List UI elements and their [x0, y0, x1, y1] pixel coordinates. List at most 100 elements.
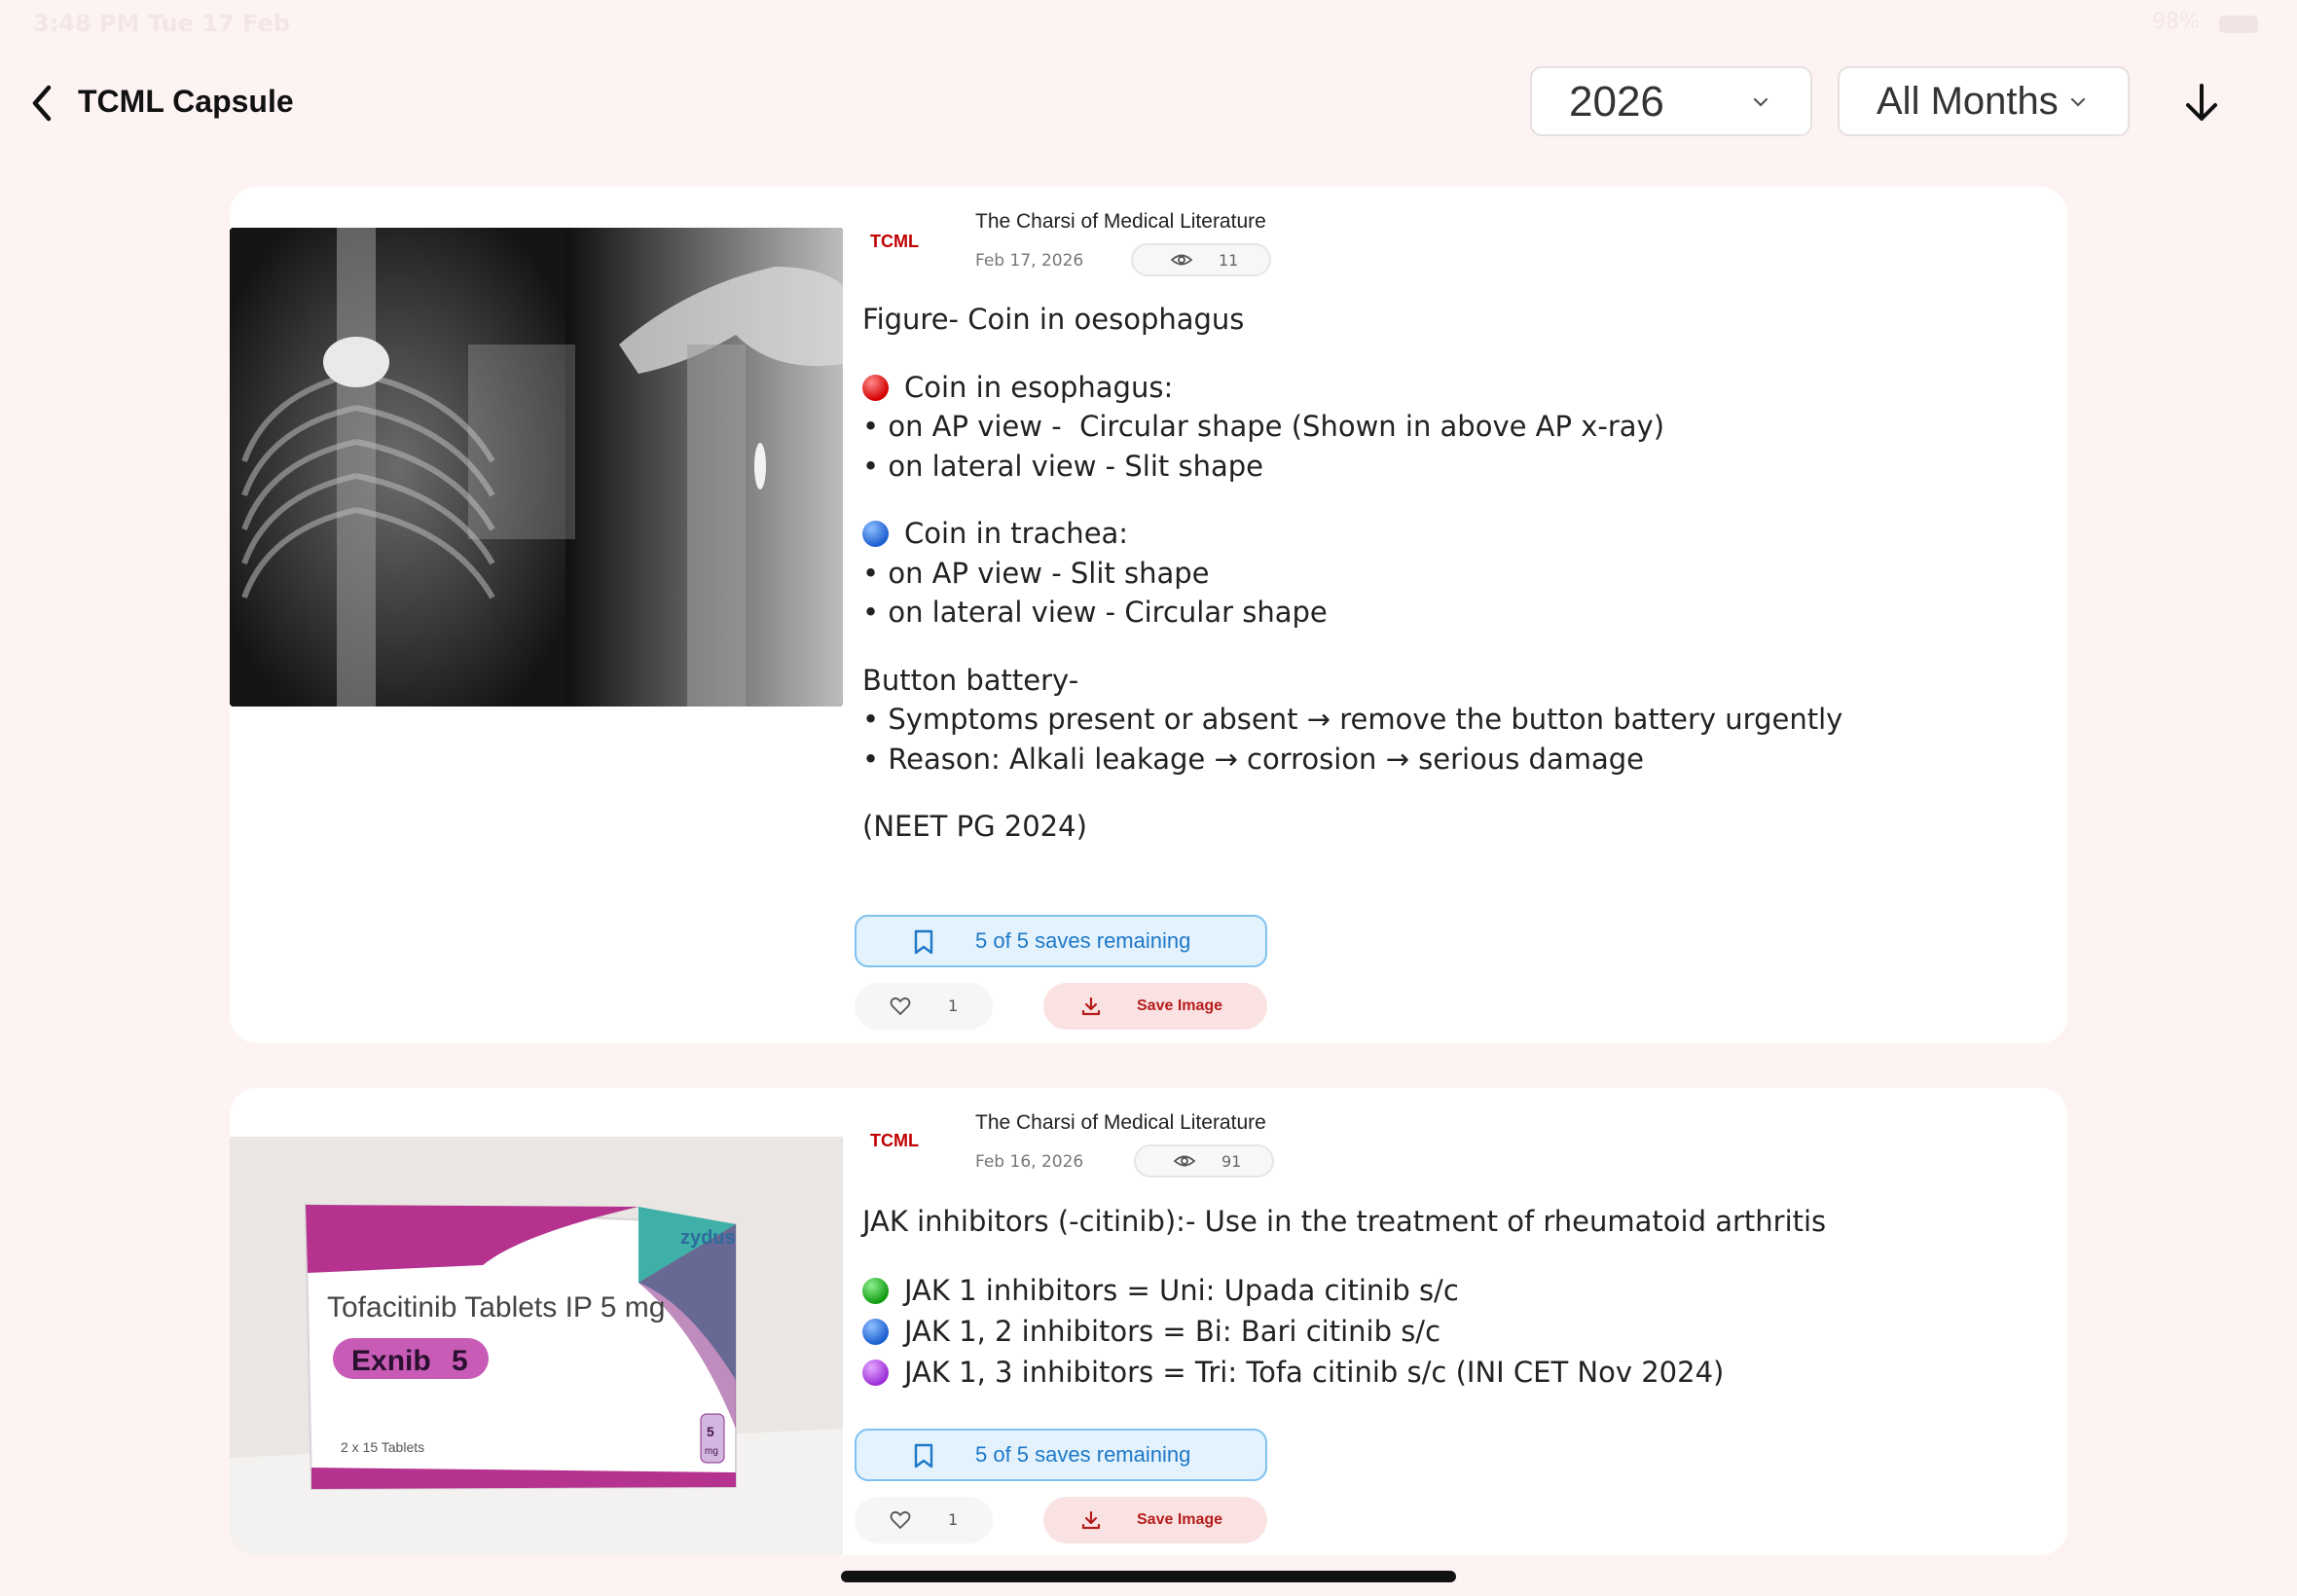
- page-title: TCML Capsule: [78, 84, 294, 119]
- post-body-line: Coin in esophagus:: [862, 368, 1842, 408]
- arrow-down-icon: [2186, 84, 2217, 121]
- post-body-text: • Reason: Alkali leakage → corrosion → s…: [862, 742, 1644, 776]
- month-select[interactable]: All Months: [1838, 66, 2130, 136]
- save-image-label: Save Image: [1137, 1511, 1223, 1528]
- post-body-line: JAK 1, 3 inhibitors = Tri: Tofa citinib …: [862, 1352, 1826, 1393]
- chevron-down-icon: [1753, 97, 1768, 107]
- battery-icon: [2219, 16, 2258, 33]
- like-button[interactable]: 1: [855, 983, 993, 1030]
- like-button[interactable]: 1: [855, 1497, 993, 1543]
- blue-circle-icon: [862, 521, 889, 547]
- post-body-text: • on AP view - Circular shape (Shown in …: [862, 410, 1665, 443]
- product-name-text: Tofacitinib Tablets IP 5 mg: [327, 1291, 665, 1324]
- blue-circle-icon: [862, 1319, 889, 1345]
- post-body-text: JAK 1 inhibitors = Uni: Upada citinib s/…: [904, 1274, 1459, 1307]
- author-name[interactable]: The Charsi of Medical Literature: [975, 210, 1266, 234]
- save-image-button[interactable]: Save Image: [1043, 983, 1267, 1030]
- pack-size-text: 2 x 15 Tablets: [341, 1439, 424, 1455]
- back-button[interactable]: [23, 78, 62, 128]
- post-body-text: JAK 1, 3 inhibitors = Tri: Tofa citinib …: [904, 1356, 1725, 1389]
- post-body-text: JAK inhibitors (-citinib):- Use in the t…: [862, 1205, 1827, 1238]
- header: TCML Capsule 2026 All Months: [0, 58, 2297, 148]
- post-body-text: JAK 1, 2 inhibitors = Bi: Bari citinib s…: [904, 1315, 1441, 1348]
- product-brand-text: Exnib: [351, 1345, 431, 1377]
- bookmark-icon: [914, 1443, 933, 1469]
- post-body-line: [862, 633, 1842, 661]
- post-body-line: • Reason: Alkali leakage → corrosion → s…: [862, 740, 1842, 780]
- author-logo: TCML: [870, 232, 919, 251]
- post-body-line: [862, 486, 1842, 514]
- post-body-line: Coin in trachea:: [862, 514, 1842, 554]
- like-count: 1: [948, 1510, 959, 1529]
- post-body-line: [862, 340, 1842, 368]
- views-pill: 11: [1131, 243, 1271, 276]
- post-body-line: • on lateral view - Circular shape: [862, 593, 1842, 633]
- badge-num-text: 5: [707, 1424, 714, 1439]
- post-body-text: Button battery-: [862, 663, 1079, 697]
- brand-logo-text: zydus: [680, 1227, 736, 1249]
- save-image-button[interactable]: Save Image: [1043, 1497, 1267, 1543]
- saves-remaining-label: 5 of 5 saves remaining: [975, 1442, 1191, 1467]
- heart-icon: [890, 997, 911, 1015]
- post-body-text: • Symptoms present or absent → remove th…: [862, 703, 1843, 736]
- views-count: 91: [1221, 1152, 1242, 1171]
- views-count: 11: [1219, 251, 1239, 270]
- post-body-line: (NEET PG 2024): [862, 807, 1842, 847]
- chevron-down-icon: [2070, 97, 2086, 107]
- post-body-line: JAK 1, 2 inhibitors = Bi: Bari citinib s…: [862, 1311, 1826, 1352]
- product-strength-text: 5: [452, 1345, 468, 1377]
- post-image-xray[interactable]: [230, 228, 843, 707]
- post-date: Feb 17, 2026: [975, 251, 1084, 271]
- badge-unit-text: mg: [705, 1446, 718, 1457]
- post-body-line: Figure- Coin in oesophagus: [862, 300, 1842, 340]
- month-select-value: All Months: [1877, 80, 2059, 123]
- like-count: 1: [948, 997, 959, 1015]
- bookmark-icon: [914, 929, 933, 955]
- post-body-text: Figure- Coin in oesophagus: [862, 303, 1245, 336]
- chevron-left-icon: [32, 85, 52, 122]
- post-body-text: • on lateral view - Circular shape: [862, 596, 1328, 629]
- sort-download-button[interactable]: [2180, 78, 2223, 128]
- post-body-line: • on lateral view - Slit shape: [862, 447, 1842, 487]
- year-select-value: 2026: [1569, 78, 1664, 126]
- save-image-label: Save Image: [1137, 998, 1223, 1014]
- download-icon: [1081, 1510, 1101, 1530]
- post-body-text: Coin in esophagus:: [904, 370, 1174, 404]
- post-body-line: Button battery-: [862, 661, 1842, 701]
- post-body-text: • on lateral view - Slit shape: [862, 449, 1263, 483]
- eye-icon: [1173, 1155, 1196, 1167]
- medicine-box-image: zydus Tofacitinib Tablets IP 5 mg Exnib …: [230, 1137, 843, 1555]
- post-image-medicine-box[interactable]: zydus Tofacitinib Tablets IP 5 mg Exnib …: [230, 1137, 843, 1555]
- post-body-line: JAK inhibitors (-citinib):- Use in the t…: [862, 1201, 1826, 1242]
- post-body-text: • on AP view - Slit shape: [862, 556, 1210, 590]
- post-body-line: JAK 1 inhibitors = Uni: Upada citinib s/…: [862, 1270, 1826, 1311]
- post-body-line: • on AP view - Slit shape: [862, 554, 1842, 594]
- views-pill: 91: [1134, 1144, 1274, 1178]
- saves-remaining-button[interactable]: 5 of 5 saves remaining: [855, 915, 1267, 967]
- post-body-line: [862, 779, 1842, 807]
- post-card: TCML The Charsi of Medical Literature Fe…: [230, 187, 2067, 1043]
- home-indicator[interactable]: [841, 1571, 1456, 1582]
- post-body: JAK inhibitors (-citinib):- Use in the t…: [862, 1201, 1826, 1393]
- xray-image: [230, 228, 843, 707]
- post-body: Figure- Coin in oesophagus Coin in esopha…: [862, 300, 1842, 847]
- post-body-line: [862, 1242, 1826, 1270]
- green-circle-icon: [862, 1278, 889, 1304]
- red-circle-icon: [862, 374, 889, 401]
- post-body-line: • on AP view - Circular shape (Shown in …: [862, 407, 1842, 447]
- status-time: 3:48 PM Tue 17 Feb: [33, 10, 290, 37]
- purple-circle-icon: [862, 1360, 889, 1386]
- post-date: Feb 16, 2026: [975, 1152, 1084, 1172]
- download-icon: [1081, 997, 1101, 1016]
- saves-remaining-button[interactable]: 5 of 5 saves remaining: [855, 1429, 1267, 1481]
- author-name[interactable]: The Charsi of Medical Literature: [975, 1111, 1266, 1135]
- year-select[interactable]: 2026: [1530, 66, 1812, 136]
- battery-level: 98%: [2152, 10, 2200, 34]
- post-body-text: Coin in trachea:: [904, 517, 1129, 550]
- post-body-line: • Symptoms present or absent → remove th…: [862, 700, 1842, 740]
- post-body-text: (NEET PG 2024): [862, 810, 1087, 843]
- heart-icon: [890, 1510, 911, 1529]
- saves-remaining-label: 5 of 5 saves remaining: [975, 928, 1191, 953]
- status-bar: 3:48 PM Tue 17 Feb 98%: [0, 0, 2297, 49]
- post-card: zydus Tofacitinib Tablets IP 5 mg Exnib …: [230, 1088, 2067, 1555]
